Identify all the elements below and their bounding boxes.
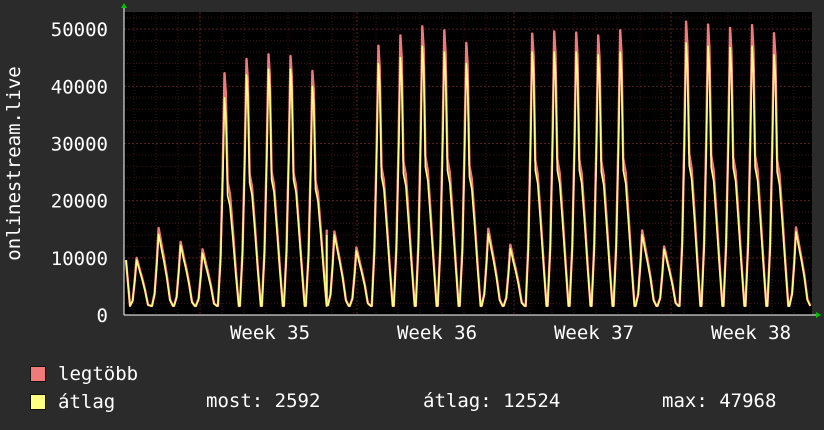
y-axis-arrow [121, 3, 127, 8]
x-tick-label: Week 37 [554, 322, 634, 344]
stat-avg: átlag: 12524 [423, 390, 560, 412]
y-tick-label: 0 [97, 305, 108, 327]
y-axis-label: onlinestream.live [3, 66, 25, 260]
stat-now: most: 2592 [206, 390, 320, 412]
y-tick-label: 20000 [51, 191, 108, 213]
stat-avg-value: 12524 [503, 390, 561, 412]
stat-now-value: 2592 [274, 390, 321, 412]
legend-label-max: legtöbb [58, 363, 139, 385]
x-tick-label: Week 38 [711, 322, 791, 344]
y-tick-label: 50000 [51, 19, 108, 41]
legend-swatch-max [30, 366, 46, 382]
stat-now-label: most: [206, 390, 264, 412]
stat-avg-label: átlag: [423, 390, 492, 412]
y-tick-label: 10000 [51, 248, 108, 270]
legend-item-avg: átlag [30, 390, 115, 414]
y-tick-label: 40000 [51, 76, 108, 98]
y-tick-label: 30000 [51, 133, 108, 155]
x-tick-label: Week 36 [397, 322, 477, 344]
x-tick-label: Week 35 [230, 322, 310, 344]
legend-label-avg: átlag [58, 391, 116, 413]
legend-item-max: legtöbb [30, 362, 138, 386]
stat-max-label: max: [662, 390, 708, 412]
stat-max: max: 47968 [662, 390, 776, 412]
legend-swatch-avg [30, 394, 46, 410]
x-axis-arrow [816, 312, 821, 318]
stat-max-value: 47968 [719, 390, 777, 412]
